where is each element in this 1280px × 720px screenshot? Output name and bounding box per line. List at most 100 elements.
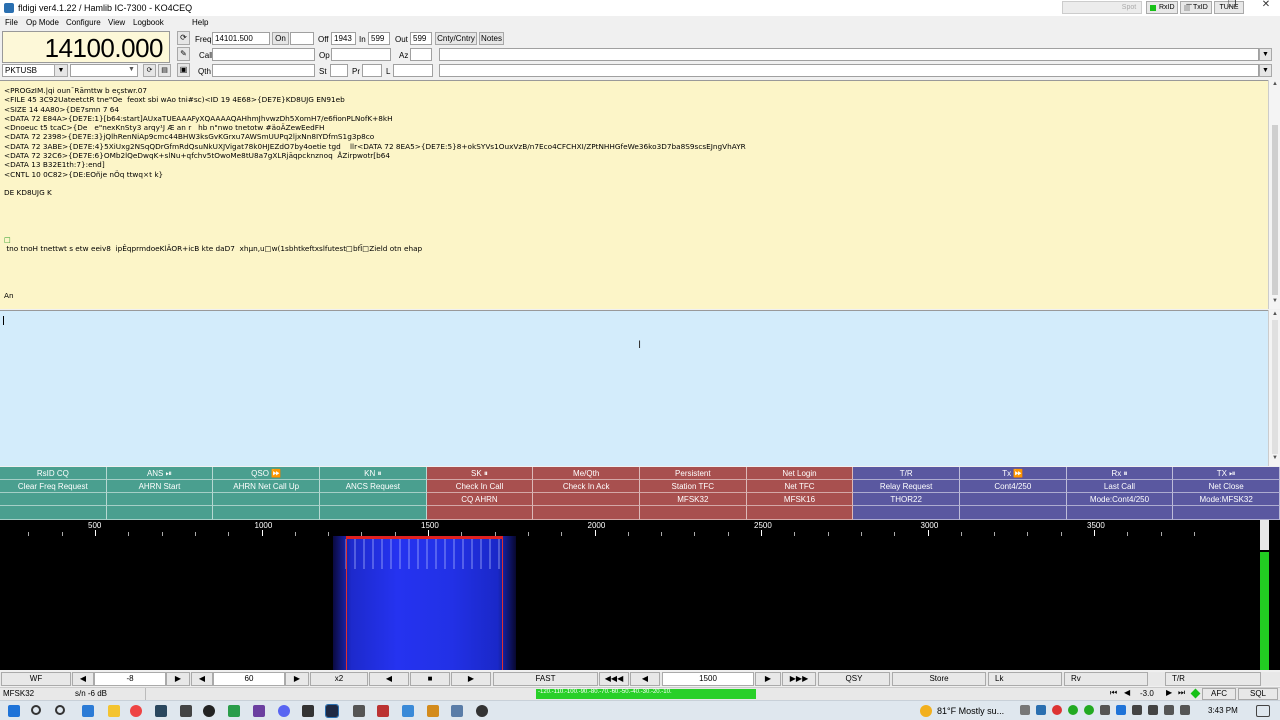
tray-icon-2[interactable] [1036, 705, 1046, 715]
receive-text-pane[interactable]: <PROGzIM.|qi oun¯Rāmttw b eçstwr.07 <FILE… [0, 80, 1268, 309]
log-save-icon[interactable]: ▣ [177, 63, 190, 77]
app-icon-7[interactable] [377, 705, 389, 717]
bandwidth-cursor[interactable] [346, 536, 503, 539]
pan-center-icon[interactable]: ■ [410, 672, 450, 686]
tray-icon-5[interactable] [1084, 705, 1094, 715]
search-icon[interactable] [31, 705, 41, 715]
range-up-icon[interactable]: ▶ [285, 672, 309, 686]
wf-mode-button[interactable]: WF [1, 672, 71, 686]
reverse-button[interactable]: Rv [1064, 672, 1148, 686]
macro-button[interactable] [1066, 506, 1174, 520]
macro-button[interactable] [320, 493, 427, 506]
menu-configure[interactable]: Configure [66, 18, 101, 27]
speed-button[interactable]: FAST [493, 672, 598, 686]
qsy-button[interactable]: QSY [818, 672, 890, 686]
menu-logbook[interactable]: Logbook [133, 18, 164, 27]
menu-op-mode[interactable]: Op Mode [26, 18, 59, 27]
az-field[interactable] [410, 48, 432, 61]
macro-button[interactable] [0, 506, 107, 520]
chrome-icon[interactable] [130, 705, 142, 717]
discord-icon[interactable] [278, 705, 290, 717]
macro-button[interactable]: ANS ⏯ [106, 467, 214, 480]
app-icon-1[interactable] [180, 705, 192, 717]
notification-icon[interactable] [1256, 705, 1270, 717]
notes-button[interactable]: Notes [479, 32, 504, 45]
rxid-button[interactable]: RxID [1146, 1, 1178, 14]
tray-icon-7[interactable] [1132, 705, 1142, 715]
macro-button[interactable]: RsID CQ [0, 467, 107, 480]
carrier-fast-up-icon[interactable]: ▶▶▶ [782, 672, 816, 686]
tray-icon-4[interactable] [1068, 705, 1078, 715]
macro-button[interactable] [426, 506, 534, 520]
macro-button[interactable]: AHRN Start [106, 480, 214, 493]
app-icon-8[interactable] [402, 705, 414, 717]
tray-icon-1[interactable] [1020, 705, 1030, 715]
ref-down-icon[interactable]: ◀ [72, 672, 94, 686]
tr-button[interactable]: T/R [1165, 672, 1261, 686]
meter-scroll-thumb[interactable] [1260, 520, 1269, 550]
on-button[interactable]: On [272, 32, 289, 45]
range-down-icon[interactable]: ◀ [191, 672, 213, 686]
scroll-up-icon[interactable]: ▲ [1271, 81, 1279, 87]
macro-button[interactable] [0, 493, 107, 506]
macro-button[interactable]: THOR22 [853, 493, 960, 506]
freq-field[interactable]: 14101.500 [212, 32, 270, 45]
tray-icon-8[interactable] [1148, 705, 1158, 715]
macro-button[interactable]: Net Close [1173, 480, 1280, 493]
exchange-field[interactable] [439, 64, 1259, 77]
macro-button[interactable]: Check In Call [426, 480, 534, 493]
mode-select[interactable]: PKTUSB [2, 64, 58, 77]
macro-button[interactable]: SK ⏸ [426, 467, 534, 480]
app-icon-9[interactable] [427, 705, 439, 717]
scroll-up-icon[interactable]: ▲ [1271, 311, 1279, 317]
macro-button[interactable]: Persistent [640, 467, 747, 480]
scroll-thumb[interactable] [1272, 125, 1278, 295]
call-field[interactable] [212, 48, 315, 61]
afc-prev-icon[interactable]: ◀ [1124, 688, 1130, 697]
app-icon-6[interactable] [353, 705, 365, 717]
macro-button[interactable]: MFSK32 [640, 493, 747, 506]
pan-right-icon[interactable]: ▶ [451, 672, 491, 686]
macro-button[interactable] [853, 506, 960, 520]
macro-button[interactable]: Rx ⏸ [1066, 467, 1174, 480]
macro-button[interactable]: Clear Freq Request [0, 480, 107, 493]
macro-button[interactable]: Tx ⏩ [960, 467, 1067, 480]
macro-button[interactable]: Me/Qth [533, 467, 640, 480]
macro-button[interactable] [320, 506, 427, 520]
exchange-dropdown-icon[interactable]: ▼ [1259, 64, 1272, 77]
macro-button[interactable] [746, 506, 854, 520]
menu-file[interactable]: File [5, 18, 18, 27]
ref-level-field[interactable]: -8 [94, 672, 166, 686]
transmit-scrollbar[interactable]: ▲ ▼ [1268, 310, 1280, 466]
locator-field[interactable] [393, 64, 433, 77]
minimize-icon[interactable]: – [1178, 0, 1200, 12]
scroll-down-icon[interactable]: ▼ [1271, 298, 1279, 304]
pan-left-icon[interactable]: ◀ [369, 672, 409, 686]
macro-button[interactable]: Cont4/250 [960, 480, 1067, 493]
carrier-up-icon[interactable]: ▶ [755, 672, 781, 686]
bluetooth-icon[interactable] [1116, 705, 1126, 715]
off-field[interactable]: 1943 [331, 32, 356, 45]
macro-button[interactable]: CQ AHRN [426, 493, 534, 506]
app-icon-2[interactable] [203, 705, 215, 717]
macro-button[interactable] [106, 506, 214, 520]
app-icon-3[interactable] [228, 705, 240, 717]
rig-memory-icon[interactable]: ▤ [158, 64, 171, 77]
close-icon[interactable]: ✕ [1255, 0, 1277, 12]
frequency-display[interactable]: 14100.000 [2, 31, 170, 63]
afc-button[interactable]: AFC [1202, 688, 1236, 700]
macro-button[interactable] [960, 506, 1067, 520]
menu-view[interactable]: View [108, 18, 125, 27]
range-field[interactable]: 60 [213, 672, 285, 686]
app-icon-11[interactable] [476, 705, 488, 717]
task-view-icon[interactable] [82, 705, 94, 717]
country-button[interactable]: Cnty/Cntry [435, 32, 477, 45]
state-field[interactable] [330, 64, 348, 77]
cortana-icon[interactable] [55, 705, 65, 715]
waterfall-display[interactable] [0, 536, 1258, 670]
rig-refresh-icon[interactable]: ⟳ [143, 64, 156, 77]
log-clear-icon[interactable]: ✎ [177, 47, 190, 61]
spot-button[interactable]: Spot [1115, 1, 1143, 14]
macro-button[interactable] [533, 506, 640, 520]
province-field[interactable] [362, 64, 382, 77]
